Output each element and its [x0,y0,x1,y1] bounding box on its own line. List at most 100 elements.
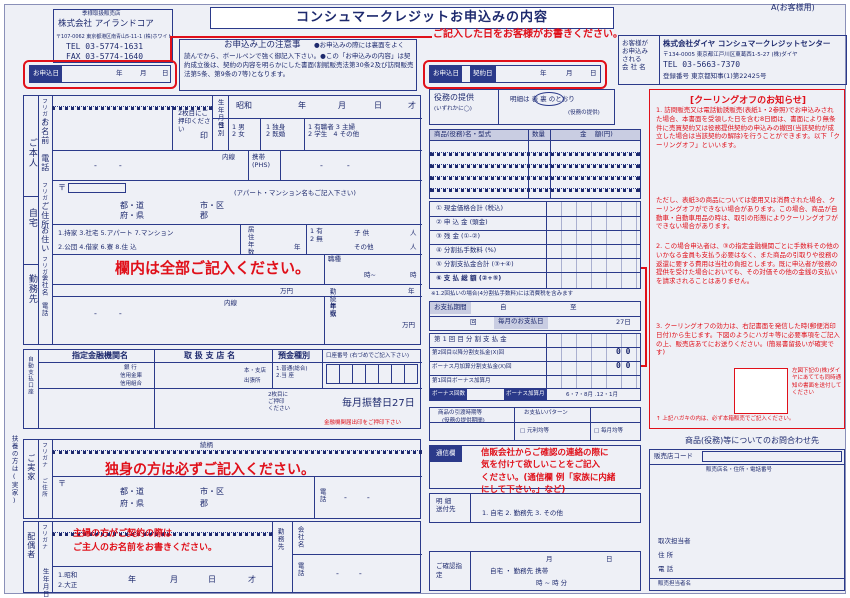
bank-name-label: 指定金融機関名 [72,351,128,360]
postal-mark: 〒 [58,183,66,192]
col-qty: 数量 [532,130,545,138]
service-circle [534,92,564,106]
dealer-name: 株式会社 アイランドコア [58,19,154,29]
pay-note: ※1.2回払いの場合(4分割払手数料)には消費税を含みます [431,291,574,297]
company-address: 〒134-0005 東京都江戸川区東葛西1-5-27 (株)ダイヤ [663,52,798,58]
pay-item-6: ⑥ 支 払 総 額 (②+⑤) [436,274,502,282]
cooling-off-para4: 3. クーリングオフの効力は、右記書面を発信した時(郵便消印日付)から生じます。… [656,322,840,357]
cooling-off-para1: 1. 訪問販売又は電話勧誘販売(表紙1・2参照)でお申込みされた場合、本書面を受… [656,106,840,150]
mobile-label: 携帯 (PHS) [252,153,271,169]
single-fill-note: 独身の方は必ずご記入ください。 [105,462,315,478]
marital-options[interactable]: 1 独身 2 既婚 [266,123,285,138]
delivery-box: 商品の引渡時期等 (役務の提供期間) お支払いパターン □ 元利均等 □ 毎月均… [429,407,641,441]
address-label: ご住所 [40,202,50,229]
residence-options[interactable]: 1.持家 3.社宅 5.アパート 7.マンション [58,229,173,237]
parents-side-note: 扶養の方は(実家) [10,435,19,506]
pay-item-4: ④ 分割払手数料 (%) [436,246,497,254]
contract-date-highlight [423,60,607,89]
cooling-off-title: [クーリングオフのお知らせ] [690,96,807,106]
cooling-off-para3: 2. この場合申込者は、③の指定金融機関ごとに手数料その他のいかなる金員も支払う… [656,242,840,286]
gender-options[interactable]: 1 男2 女 [232,123,245,138]
customer-section-label: ご本人 [26,138,37,168]
cooling-off-footer: ↑ 上記ハガキの内は、必ず本箱販売でご記入ください。 [656,416,795,422]
postcard-illustration [734,368,788,414]
col-product: 商品(役務)名・型式 [434,130,492,138]
amount-grid[interactable] [547,202,640,288]
col-amount: 金 額(円) [580,130,613,138]
inquiry-title: 商品(役務)等についてのお問合わせ先 [685,436,820,445]
spouse-phone-input[interactable]: -- [336,569,382,579]
destination-options[interactable]: 1. 自宅 2. 勤務先 3. その他 [482,509,563,517]
occupation-options[interactable]: 1 有職者 3 主婦 2 学生 4 その他 [308,123,359,138]
postal-code-input[interactable] [68,183,126,193]
spouse-has[interactable]: 1 有 2 無 [310,227,323,244]
company-box: お客様が お申込み される 会 社 名 株式会社ダイヤ コンシュマークレジットセ… [618,35,847,85]
pay-item-3: ③ 残 金 (①-②) [436,232,481,240]
service-card-label: (役務の提供) [568,110,600,116]
shop-code-input[interactable] [702,451,842,462]
dealer-tel: TEL 03-5774-1631 [66,42,144,51]
customer-section: ご本人 自宅 勤務先 フリガナ お名前 2枚目にご押印ください 印 生年月日 昭… [23,95,422,345]
notes-title: お申込み上の注意事 [224,40,301,50]
postcard-note: 左図下記の(株)ダイヤにあてても同時通知の書面を送付してください [792,368,842,397]
notes-body: 読んでから、ボールペンで強く御記入下さい。●この「お申込みの内容」は契約成立後は… [184,52,414,78]
application-date-highlight [23,60,177,89]
red-bracket [641,267,647,367]
deposit-label: 預金種別 [278,351,310,360]
parents-section: ご実家 フリガナ 続柄 ご住所 〒 都・道 市・区 府・県 郡 電話 -- [23,439,422,519]
pay-item-5: ⑤ 分割支払金合計 (③+④) [436,260,514,268]
home-section-label: 自宅 [26,208,37,228]
all-fields-note: 欄内は全部ご記入ください。 [115,259,311,277]
application-form: 季様取扱販売店 株式会社 アイランドコア 〒107-0062 東京都港区南青山5… [4,3,847,598]
contact-note: 信販会社からご確認の連絡の際に 気を付けて欲しいことをご記入 ください。(通信欄… [481,448,616,495]
bank-section: 自動支払口座 指定金融機関名 取 扱 支 店 名 預金種別 口座番号 (右づめで… [23,349,422,429]
work-phone-input[interactable]: -- [94,309,144,319]
account-number-input[interactable] [326,364,418,384]
work-section-label: 勤務先 [26,274,37,304]
page-title: コンシュマークレジットお申込みの内容 [296,10,549,25]
phone-label: 電話 [40,154,50,172]
title-box: コンシュマークレジットお申込みの内容 [210,7,614,29]
date-connector-down [170,36,172,62]
copy-label: A(お客様用) [771,3,815,12]
branch-label: 取 扱 支 店 名 [184,351,236,360]
payment-calc: ① 現金価格合計 (税込) ② 申 込 金 (頭金) ③ 残 金 (①-②) ④… [429,201,641,289]
parents-section-label: ご実家 [26,454,36,481]
bank-section-label: 自動支払口座 [27,356,34,395]
payment-period: お支払期間 自 至 回 毎月のお支払日 27日 [429,301,641,331]
date-instruction: ご記入した日をお客様がお書きください。 [433,29,623,40]
company-label: お客様が お申込み される 会 社 名 [622,39,648,72]
stamp-hint: 2枚目にご押印ください [178,109,211,133]
notes-box: お申込み上の注意事 ●お申込みの際には裏面をよく 読んでから、ボールペンで強く御… [179,39,417,91]
housewife-note: 主婦の方がご契約の際は ご主人のお名前をお書きください。 [73,529,218,553]
pay-item-2: ② 申 込 金 (頭金) [436,218,488,226]
residence-options-2[interactable]: 2.公団 4.借家 6.寮 8.住 込 [58,243,137,251]
monthly-date-value: 27日 [616,318,631,326]
residence-label: お住い [40,226,50,253]
deposit-options[interactable]: 1.普通(総合) 2.当 座 [276,366,308,380]
installment-grid[interactable] [547,334,640,388]
destination-box: 明 細 送付先 1. 自宅 2. 勤務先 3. その他 [429,493,641,523]
pay-item-1: ① 現金価格合計 (税込) [436,204,504,212]
mobile-input[interactable]: -- [320,161,374,171]
parents-postal[interactable]: 〒 [58,479,66,489]
service-type-box: 役務の提供 (いずれかに◯) 明細は 表 裏 のとおり (役務の提供) [429,89,615,125]
payday-label: 毎月振替日27日 [342,398,415,409]
confirm-box: ご確認指定 月 日 自宅 ・ 勤務先 携帯 時 ~ 時 分 [429,551,641,591]
dealer-label: 季様取扱販売店 [82,11,121,17]
company-name: 株式会社ダイヤ コンシュマークレジットセンター [663,39,831,48]
product-table: 商品(役務)名・型式 数量 金 額(円) [429,129,641,199]
spouse-section-label: 配偶者 [26,532,36,559]
notes-top-right: ●お申込みの際には裏面をよく [314,41,405,49]
seal-note: 金融機関届出印をご押印下さい [324,420,402,426]
inquiry-box: 販売店コード 販売店名・住所・電話番号 取次担当者 住 所 電 話 販売担当者名 [649,449,845,591]
phone-input[interactable]: -- [94,161,144,171]
name-label: お名前 [40,118,50,145]
parents-phone-input[interactable]: -- [344,493,390,503]
cooling-off-para2: ただし、表紙3の商品については使用又は消費された場合、クーリングオフができない場… [656,196,838,231]
dealer-address: 〒107-0062 東京都港区南青山5-11-1 (株)ホワイト [56,34,173,40]
seal-hint: 2枚目に ご押印 ください [268,392,291,413]
date-connector-line [170,36,432,38]
installment-rows: 第 1 回 目 分 割 支 払 金 第2回目以降分割支払金(X)回 0 0 ボー… [429,333,641,401]
company-reg: 登録番号 東京都知事(1)第22425号 [663,72,767,80]
